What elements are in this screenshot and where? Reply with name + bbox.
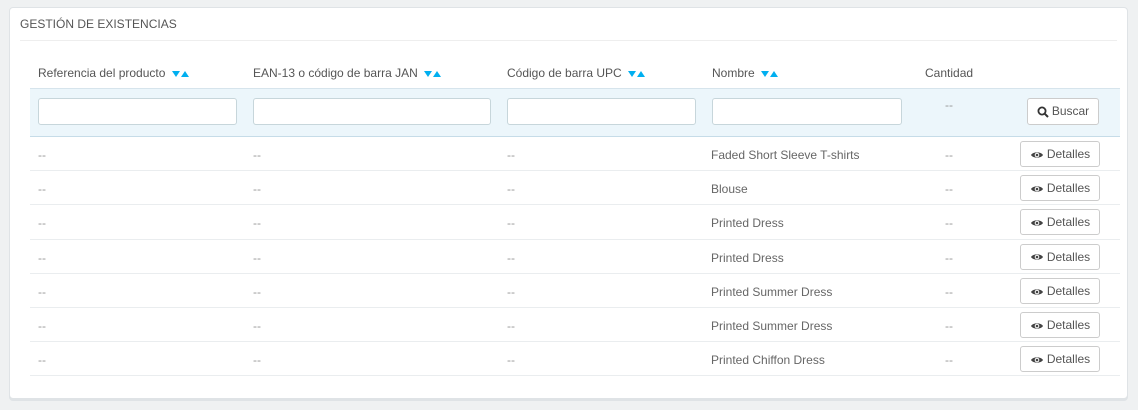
filter-name-input[interactable] [712,98,902,125]
caret-down-icon[interactable] [628,70,637,77]
table-row: -- -- -- Printed Chiffon Dress -- Detalles [30,342,1120,377]
stock-management-panel: GESTIÓN DE EXISTENCIAS Referencia del pr… [9,7,1128,399]
cell-ean: -- [253,284,261,299]
eye-icon [1030,288,1043,295]
cell-ean: -- [253,148,261,162]
cell-name: Printed Summer Dress [711,318,833,333]
caret-up-icon[interactable] [180,70,189,77]
sort-reference [171,66,189,80]
filter-quantity-placeholder: -- [945,98,953,112]
eye-icon [1030,220,1043,226]
sort-ean [424,66,442,80]
header-ean: EAN-13 o código de barra JAN [253,66,442,80]
cell-ean: -- [253,182,261,197]
table-body: -- -- -- Faded Short Sleeve T-shirts -- Detal… [30,137,1120,377]
table-row: -- -- -- Printed Summer Dress -- Detalles [30,274,1120,308]
cell-quantity: -- [945,250,953,265]
table-row: -- -- -- Blouse -- Detalles [30,171,1120,206]
cell-reference: -- [38,284,46,299]
cell-name: Printed Chiffon Dress [711,353,825,368]
filter-row: -- Buscar [30,88,1120,137]
caret-down-icon[interactable] [761,70,770,77]
cell-name: Faded Short Sleeve T-shirts [711,148,860,162]
cell-name: Printed Dress [711,250,784,265]
cell-upc: -- [507,250,515,265]
header-reference: Referencia del producto [38,66,189,80]
eye-icon [1030,152,1043,158]
cell-name: Blouse [711,182,748,197]
header-upc: Código de barra UPC [507,66,646,80]
eye-icon [1030,254,1043,261]
cell-reference: -- [38,216,46,231]
filter-ean-input[interactable] [253,98,491,125]
cell-reference: -- [38,353,46,368]
cell-ean: -- [253,216,261,231]
eye-icon [1030,323,1043,329]
details-button[interactable]: Detalles [1020,141,1100,167]
panel-title: GESTIÓN DE EXISTENCIAS [20,8,1117,41]
cell-quantity: -- [945,182,953,197]
cell-quantity: -- [945,318,953,333]
filter-reference-input[interactable] [38,98,237,125]
details-button[interactable]: Detalles [1020,243,1100,270]
sort-upc [628,66,646,80]
sort-name [761,66,779,80]
cell-reference: -- [38,148,46,162]
details-button[interactable]: Detalles [1020,175,1100,202]
cell-quantity: -- [945,148,953,162]
cell-upc: -- [507,353,515,368]
details-button[interactable]: Detalles [1020,311,1100,338]
cell-quantity: -- [945,353,953,368]
cell-ean: -- [253,250,261,265]
table-header: Referencia del producto EAN-13 o código … [30,63,1120,88]
header-quantity: Cantidad [925,66,974,80]
cell-reference: -- [38,318,46,333]
cell-ean: -- [253,318,261,333]
cell-quantity: -- [945,216,953,231]
eye-icon [1030,357,1043,363]
search-button[interactable]: Buscar [1027,98,1099,125]
table-row: -- -- -- Faded Short Sleeve T-shirts -- Detal… [30,137,1120,172]
caret-up-icon[interactable] [637,70,646,77]
caret-up-icon[interactable] [433,70,442,77]
filter-upc-input[interactable] [507,98,696,125]
details-button[interactable]: Detalles [1020,209,1100,236]
cell-upc: -- [507,284,515,299]
header-name: Nombre [712,66,779,80]
caret-up-icon[interactable] [770,70,779,77]
cell-quantity: -- [945,284,953,299]
cell-upc: -- [507,216,515,231]
cell-upc: -- [507,182,515,197]
details-button[interactable]: Detalles [1020,346,1100,373]
details-button[interactable]: Detalles [1020,277,1100,304]
caret-down-icon[interactable] [171,70,180,77]
cell-name: Printed Dress [711,216,784,231]
caret-down-icon[interactable] [424,70,433,77]
table-row: -- -- -- Printed Summer Dress -- Detalles [30,308,1120,343]
stock-table: Referencia del producto EAN-13 o código … [30,63,1120,377]
eye-icon [1030,186,1043,192]
table-row: -- -- -- Printed Dress -- Detalles [30,240,1120,274]
cell-reference: -- [38,250,46,265]
table-row: -- -- -- Printed Dress -- Detalles [30,205,1120,240]
search-icon [1037,106,1049,118]
cell-reference: -- [38,182,46,197]
cell-ean: -- [253,353,261,368]
cell-upc: -- [507,148,515,162]
cell-name: Printed Summer Dress [711,284,833,299]
cell-upc: -- [507,318,515,333]
